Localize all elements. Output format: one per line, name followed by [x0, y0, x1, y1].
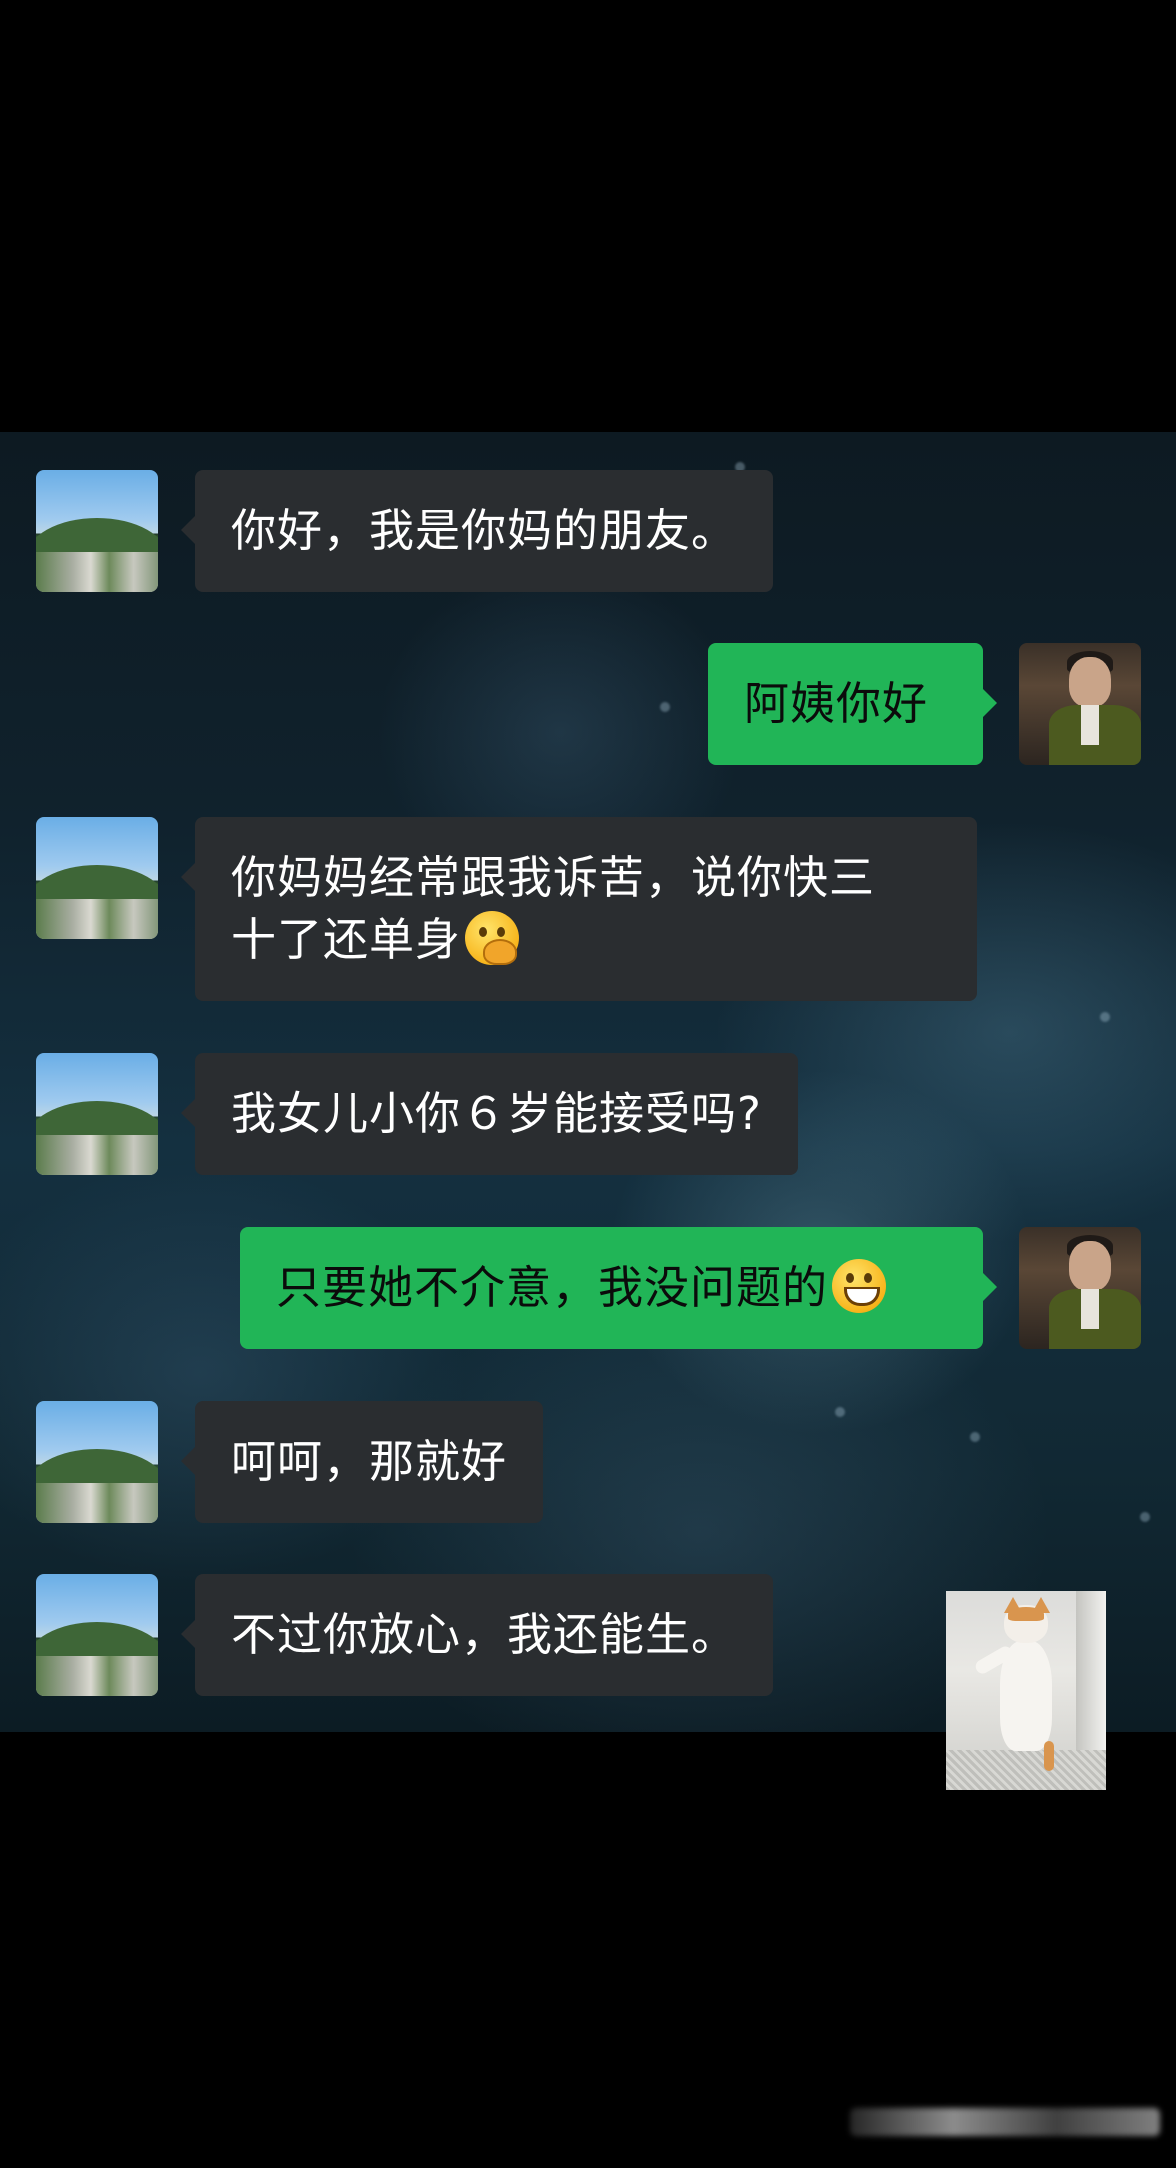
avatar-man-image — [1019, 1227, 1141, 1349]
emoji-mouth — [844, 1287, 881, 1306]
face-with-hand-over-mouth-icon — [465, 911, 520, 965]
grinning-face-icon — [832, 1259, 887, 1313]
avatar-landscape-image — [36, 470, 158, 592]
face-shape — [1069, 1241, 1111, 1291]
emoji-eye — [846, 1273, 855, 1283]
contact-avatar[interactable] — [36, 470, 158, 592]
avatar-landscape-image — [36, 817, 158, 939]
incoming-message-bubble[interactable]: 不过你放心，我还能生。 — [180, 1574, 774, 1696]
bokeh-dot — [835, 1407, 845, 1417]
incoming-message-bubble[interactable]: 你好，我是你妈的朋友。 — [180, 470, 774, 592]
cat-head-patch — [1008, 1607, 1044, 1621]
bokeh-dot — [1100, 1012, 1110, 1022]
avatar-landscape-image — [36, 1574, 158, 1696]
bokeh-dot — [970, 1432, 980, 1442]
message-text: 只要她不介意，我没问题的 — [276, 1261, 829, 1314]
contact-avatar[interactable] — [36, 1401, 158, 1523]
cat-tail — [1044, 1741, 1054, 1771]
avatar-man-image — [1019, 643, 1141, 765]
shirt-shape — [1081, 705, 1099, 745]
face-shape — [1069, 657, 1111, 707]
message-text: 十了还单身 — [231, 913, 462, 966]
emoji-eye — [497, 927, 506, 937]
incoming-message-bubble[interactable]: 呵呵，那就好 — [180, 1401, 544, 1523]
message-text-line: 你妈妈经常跟我诉苦，说你快三 — [231, 851, 876, 904]
incoming-message-bubble[interactable]: 我女儿小你６岁能接受吗? — [181, 1053, 798, 1175]
outgoing-message-bubble[interactable]: 只要她不介意，我没问题的 — [240, 1227, 997, 1349]
message-text: 你好，我是你妈的朋友。 — [231, 504, 738, 557]
town-shape — [36, 899, 158, 939]
shirt-shape — [1081, 1289, 1099, 1329]
message-text-line: 十了还单身 — [231, 909, 941, 971]
outgoing-message-bubble[interactable]: 阿姨你好 — [708, 643, 997, 765]
contact-avatar[interactable] — [36, 1053, 158, 1175]
emoji-eye — [864, 1273, 873, 1283]
blurred-watermark — [850, 2108, 1160, 2136]
emoji-hand — [483, 939, 518, 965]
town-shape — [36, 552, 158, 592]
incoming-message-bubble[interactable]: 你妈妈经常跟我诉苦，说你快三 十了还单身 — [181, 817, 977, 1001]
message-text: 呵呵，那就好 — [231, 1435, 508, 1488]
avatar-landscape-image — [36, 1401, 158, 1523]
contact-avatar[interactable] — [36, 1574, 158, 1696]
message-text: 我女儿小你６岁能接受吗? — [231, 1087, 762, 1140]
town-shape — [36, 1135, 158, 1175]
cat-sticker-image[interactable] — [946, 1591, 1106, 1790]
self-avatar[interactable] — [1019, 643, 1141, 765]
page: 你好，我是你妈的朋友。 阿姨你好 你妈妈经常跟我诉苦，说你快三 十了还单身 我女… — [0, 0, 1176, 2168]
town-shape — [36, 1483, 158, 1523]
bokeh-dot — [660, 702, 670, 712]
floor-shape — [946, 1750, 1106, 1790]
town-shape — [36, 1656, 158, 1696]
message-text: 不过你放心，我还能生。 — [231, 1608, 738, 1661]
bokeh-dot — [1140, 1512, 1150, 1522]
contact-avatar[interactable] — [36, 817, 158, 939]
avatar-landscape-image — [36, 1053, 158, 1175]
self-avatar[interactable] — [1019, 1227, 1141, 1349]
message-text: 阿姨你好 — [744, 677, 929, 730]
emoji-eye — [479, 927, 488, 937]
